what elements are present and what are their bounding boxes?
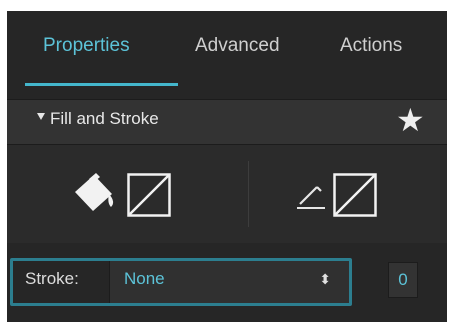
- stroke-label: Stroke:: [25, 269, 79, 288]
- fill-and-stroke-header[interactable]: Fill and Stroke ★: [7, 99, 447, 145]
- active-tab-indicator: [25, 83, 178, 86]
- tab-bar: Properties Advanced Actions: [7, 11, 447, 87]
- fill-stroke-icons: [7, 145, 447, 243]
- tab-properties[interactable]: Properties: [43, 31, 130, 61]
- stroke-style-value: None: [124, 269, 165, 288]
- select-arrows-icon: ⬍: [319, 271, 331, 287]
- stroke-width-input[interactable]: 0: [388, 262, 418, 298]
- stroke-color-swatch[interactable]: [333, 173, 377, 222]
- icons-divider: [248, 161, 249, 227]
- pencil-icon[interactable]: [295, 182, 329, 217]
- caret-down-icon[interactable]: [37, 113, 45, 120]
- star-icon[interactable]: ★: [396, 104, 425, 136]
- paint-bucket-icon[interactable]: [69, 170, 119, 221]
- properties-panel: Properties Advanced Actions Fill and Str…: [7, 11, 447, 322]
- stroke-row: Stroke: None ⬍ 0: [7, 247, 447, 322]
- tab-advanced[interactable]: Advanced: [195, 31, 280, 61]
- fill-color-swatch[interactable]: [127, 173, 171, 222]
- section-title: Fill and Stroke: [50, 109, 159, 128]
- tab-actions[interactable]: Actions: [340, 31, 402, 61]
- stroke-style-select[interactable]: None ⬍: [109, 261, 349, 303]
